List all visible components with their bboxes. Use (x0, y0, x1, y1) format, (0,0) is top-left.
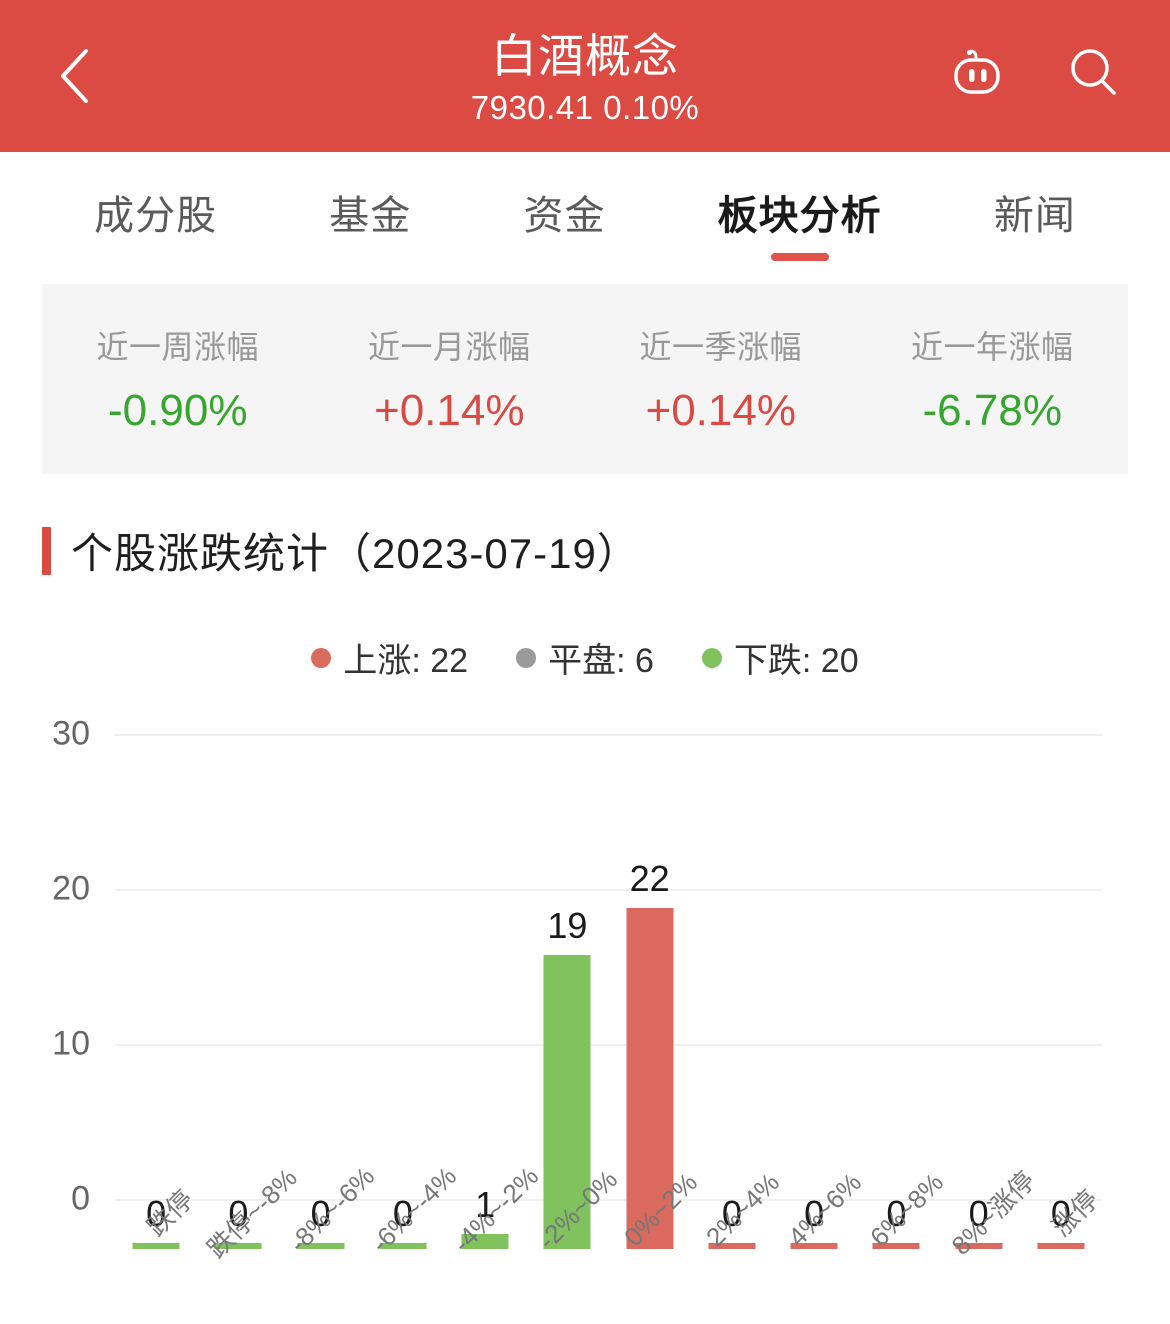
back-button[interactable] (48, 42, 100, 110)
bar-series: 0 跌停 0 跌停~-8% 0 -8%~-6% 0 -6%~-4% 1 -4%~-2% 19 -2%~… (115, 704, 1104, 1264)
y-axis-tick-label: 20 (52, 869, 90, 908)
search-button[interactable] (1064, 45, 1126, 107)
stat-label: 近一季涨幅 (639, 329, 802, 365)
stat-label: 近一周涨幅 (96, 329, 259, 365)
tab-2[interactable]: 资金 (519, 173, 609, 263)
bar-slot[interactable]: 19 -2%~0% (526, 704, 623, 1264)
stats-panel-wrap: 近一周涨幅 -0.90% 近一月涨幅 +0.14% 近一季涨幅 +0.14% 近一年涨幅 -6… (0, 284, 1170, 474)
search-icon (1064, 43, 1126, 110)
stat-item-3: 近一年涨幅 -6.78% (857, 322, 1129, 436)
stat-item-2: 近一季涨幅 +0.14% (585, 322, 857, 436)
y-axis-tick-label: 10 (52, 1024, 90, 1063)
y-axis-tick-label: 0 (71, 1179, 90, 1218)
stat-value: -0.90% (108, 386, 248, 435)
legend-label: 下跌: 20 (733, 642, 859, 680)
stat-item-1: 近一月涨幅 +0.14% (314, 322, 586, 436)
bar[interactable] (132, 1243, 180, 1249)
section-header: 个股涨跌统计（2023-07-19） (42, 520, 1170, 581)
bar-slot[interactable]: 0 -8%~-6% (280, 704, 380, 1264)
tab-label: 新闻 (993, 194, 1076, 238)
tab-label: 基金 (329, 194, 412, 238)
tab-bar: 成分股 基金 资金 板块分析 新闻 (0, 152, 1170, 284)
tab-label: 板块分析 (717, 194, 882, 238)
tab-0[interactable]: 成分股 (90, 173, 221, 263)
stat-value: +0.14% (374, 386, 525, 435)
stock-distribution-chart: 0 10 20 30 0 跌停 0 跌停~-8% 0 -8%~-6% 0 -6%~-4% 1 -4%~-2… (0, 704, 1170, 1264)
stat-label: 近一月涨幅 (367, 329, 531, 365)
y-axis-tick-label: 30 (52, 714, 90, 753)
stat-value: +0.14% (645, 386, 796, 435)
section-accent-bar (42, 526, 51, 575)
bar-slot[interactable]: 22 0%~2% (609, 704, 703, 1264)
legend-dot-icon (516, 647, 537, 668)
page-title: 白酒概念 (491, 29, 679, 82)
chart-legend: 上涨: 22 平盘: 6 下跌: 20 (0, 633, 1170, 682)
bar-slot[interactable]: 1 -4%~-2% (444, 704, 544, 1264)
stat-value: -6.78% (922, 386, 1062, 435)
legend-dot-icon (311, 647, 332, 668)
tab-label: 资金 (523, 194, 606, 238)
stat-label: 近一年涨幅 (910, 329, 1074, 365)
bar-slot[interactable]: 0 2%~4% (691, 704, 785, 1264)
app-header: 白酒概念 7930.41 0.10% (0, 0, 1170, 152)
legend-item-2[interactable]: 下跌: 20 (701, 633, 859, 682)
bar[interactable] (1037, 1243, 1085, 1249)
bar-slot[interactable]: 0 6%~8% (855, 704, 949, 1264)
legend-dot-icon (701, 647, 722, 668)
legend-label: 平盘: 6 (548, 642, 654, 680)
tab-label: 成分股 (94, 194, 218, 238)
legend-item-0[interactable]: 上涨: 22 (311, 633, 468, 682)
tab-active-3[interactable]: 板块分析 (714, 173, 886, 263)
header-actions (948, 45, 1126, 107)
header-title-block: 白酒概念 7930.41 0.10% (471, 31, 700, 128)
legend-label: 上涨: 22 (343, 642, 469, 680)
bar-slot[interactable]: 0 跌停 (115, 704, 199, 1264)
period-change-panel: 近一周涨幅 -0.90% 近一月涨幅 +0.14% 近一季涨幅 +0.14% 近一年涨幅 -6… (42, 284, 1128, 474)
chevron-left-icon (57, 47, 91, 105)
bar-slot[interactable]: 0 跌停~-8% (197, 704, 303, 1264)
robot-assistant-icon (948, 43, 1010, 110)
tab-1[interactable]: 基金 (325, 173, 415, 263)
index-value-change: 7930.41 0.10% (470, 89, 700, 127)
bar-slot[interactable]: 0 4%~6% (773, 704, 867, 1264)
bar-value-label: 22 (629, 858, 670, 899)
tab-4[interactable]: 新闻 (990, 173, 1080, 263)
bar-slot[interactable]: 0 -6%~-4% (362, 704, 462, 1264)
bar-slot[interactable]: 0 8%~涨停 (938, 704, 1040, 1264)
legend-item-1[interactable]: 平盘: 6 (516, 633, 654, 682)
section-title-text: 个股涨跌统计（2023-07-19） (71, 530, 640, 577)
stat-item-0: 近一周涨幅 -0.90% (42, 322, 314, 436)
robot-assistant-button[interactable] (948, 45, 1010, 107)
bar-slot[interactable]: 0 涨停 (1020, 704, 1104, 1264)
bar-value-label: 19 (547, 904, 588, 946)
